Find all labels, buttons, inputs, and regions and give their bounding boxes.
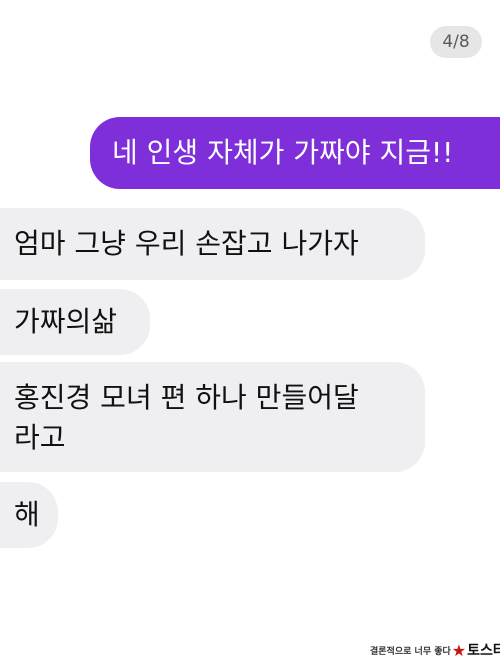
watermark: 결론적으로 너무 좋다 ★ 토스타 (368, 630, 500, 670)
star-icon: ★ (451, 640, 467, 660)
received-message-line: 홍진경 모녀 편 하나 만들어달 (14, 381, 359, 414)
received-message-line: 라고 (14, 421, 66, 454)
page-counter: 4/8 (430, 26, 482, 58)
chat-thread: 4/8 네 인생 자체가 가짜야 지금!! 엄마 그냥 우리 손잡고 나가자 가… (0, 0, 500, 672)
received-message-bubble: 가짜의삶 (0, 289, 150, 355)
received-message-text: 엄마 그냥 우리 손잡고 나가자 (14, 227, 359, 260)
sent-message-text: 네 인생 자체가 가짜야 지금!! (112, 136, 454, 169)
received-message-bubble: 엄마 그냥 우리 손잡고 나가자 (0, 208, 425, 280)
received-message-bubble: 해 (0, 482, 58, 548)
watermark-caption: 결론적으로 너무 좋다 (370, 646, 451, 657)
received-message-text: 해 (14, 498, 40, 531)
watermark-brand: 토스타 (467, 643, 500, 659)
sent-message-bubble: 네 인생 자체가 가짜야 지금!! (90, 117, 500, 189)
received-message-bubble: 홍진경 모녀 편 하나 만들어달 라고 (0, 362, 425, 472)
received-message-text: 가짜의삶 (14, 305, 118, 338)
